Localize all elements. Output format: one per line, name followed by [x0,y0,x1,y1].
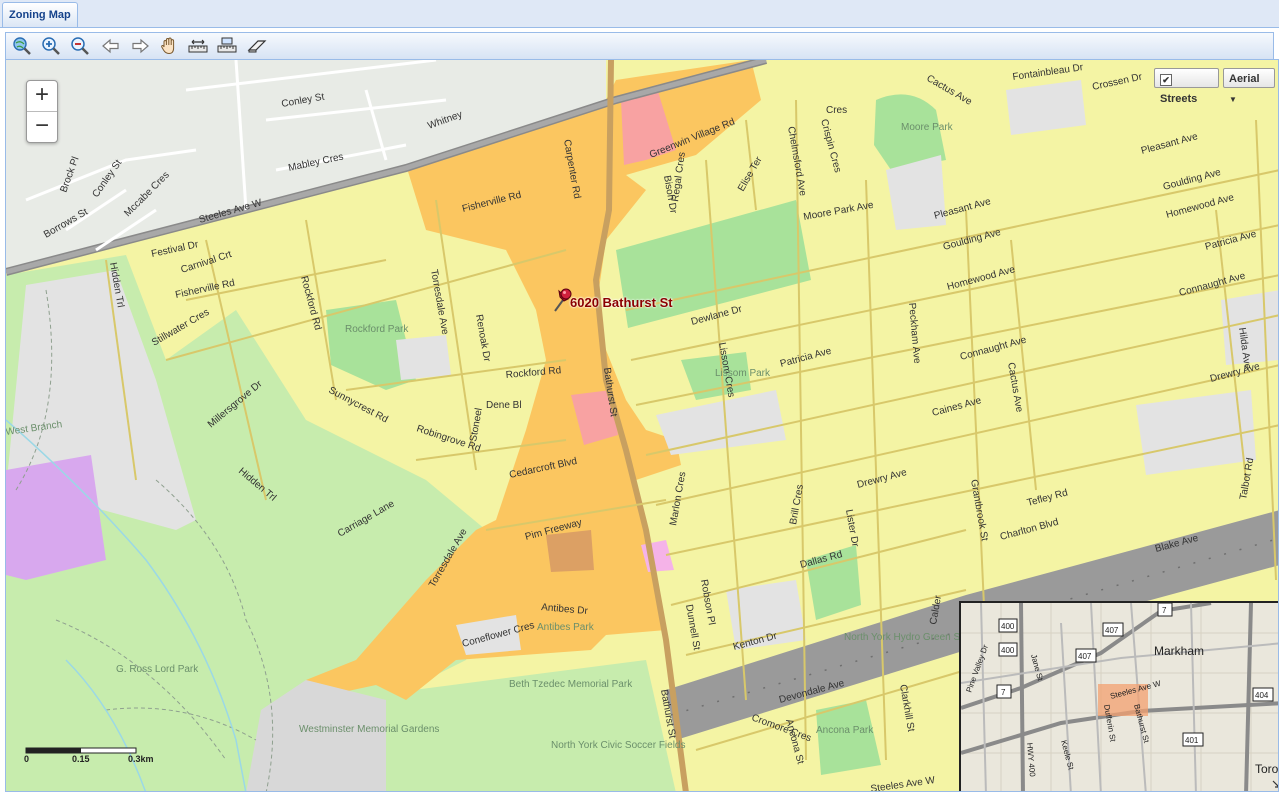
zoom-out-icon [71,37,89,55]
zoom-control: + − [26,80,58,143]
svg-text:404: 404 [1255,691,1269,700]
scale-bar: 0 0.15 0.3km [24,746,174,770]
svg-text:North York Civic Soccer Fields: North York Civic Soccer Fields [551,740,686,751]
ruler-icon [188,39,208,53]
aerial-layer-dropdown[interactable]: Aerial ▼ [1223,68,1275,104]
chevron-down-icon: ▼ [1229,95,1237,104]
previous-extent-button[interactable] [100,36,122,56]
arrow-right-icon [132,38,149,54]
svg-text:400: 400 [1001,622,1015,631]
arrow-left-icon [102,38,119,54]
measure-distance-button[interactable] [187,36,209,56]
zoom-in-icon [42,37,60,55]
pan-button[interactable] [158,36,180,56]
zoom-out-button[interactable] [69,36,91,56]
svg-text:7: 7 [1001,688,1006,697]
scale-label-0: 0 [24,754,30,764]
svg-text:Westminster Memorial Gardens: Westminster Memorial Gardens [299,724,439,735]
measure-area-button[interactable] [216,36,238,56]
svg-text:Markham: Markham [1154,644,1204,658]
streets-label: Streets [1160,93,1198,105]
map-zoom-in-button[interactable]: + [27,81,57,111]
zoom-in-button[interactable] [40,36,62,56]
svg-text:401: 401 [1185,736,1199,745]
tab-zoning-map[interactable]: Zoning Map [2,2,78,27]
map-toolbar [5,32,1274,59]
svg-text:Toronto: Toronto [1255,762,1279,776]
scale-label-2: 0.3km [128,754,154,764]
streets-layer-toggle[interactable]: ✔ Streets [1154,68,1219,105]
globe-magnifier-icon [13,37,31,55]
tab-bar: Zoning Map [0,0,1279,28]
zoom-to-extent-button[interactable] [11,36,33,56]
svg-text:Lissom Park: Lissom Park [715,368,771,379]
overview-map[interactable]: 400 400 407 407 7 7 404 401 Markham Toro… [959,601,1279,791]
svg-text:G. Ross Lord Park: G. Ross Lord Park [116,664,199,675]
scale-label-1: 0.15 [72,754,90,764]
streets-checkbox[interactable]: ✔ [1160,74,1172,86]
svg-text:407: 407 [1078,652,1092,661]
next-extent-button[interactable] [129,36,151,56]
map-canvas[interactable]: Conley St Whitney Mabley Cres Brock Pl C… [5,59,1279,792]
svg-text:West Branch: West Branch [6,419,63,438]
svg-text:7: 7 [1162,606,1167,615]
ruler-area-icon [217,37,237,53]
clear-button[interactable] [246,36,268,56]
svg-text:Moore Park: Moore Park [901,122,954,133]
svg-text:400: 400 [1001,646,1015,655]
hand-icon [161,37,175,55]
eraser-icon [247,40,267,53]
svg-text:Antibes Park: Antibes Park [537,622,595,633]
svg-text:Beth Tzedec Memorial Park: Beth Tzedec Memorial Park [509,679,633,690]
aerial-label: Aerial [1229,73,1260,85]
svg-text:Rockford Park: Rockford Park [345,324,409,335]
svg-text:407: 407 [1105,626,1119,635]
map-zoom-out-button[interactable]: − [27,111,57,142]
pin-label: 6020 Bathurst St [570,295,673,310]
svg-text:Ancona Park: Ancona Park [816,725,874,736]
